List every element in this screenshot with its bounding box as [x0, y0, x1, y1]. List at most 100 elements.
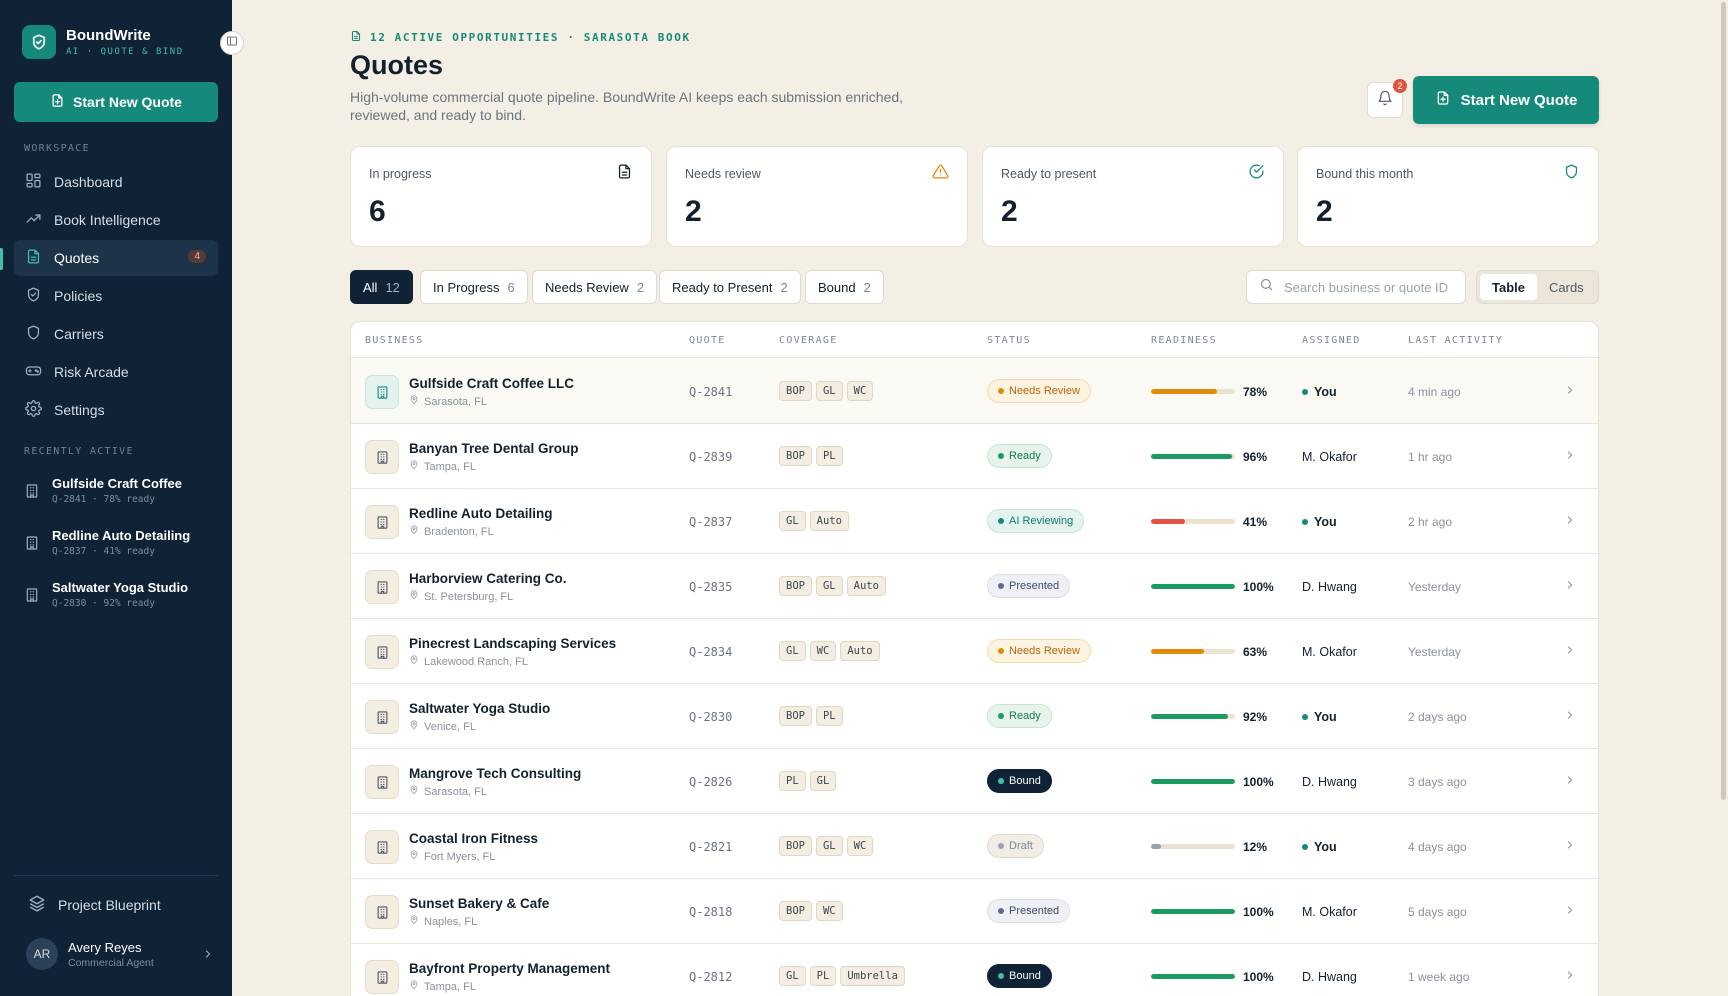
chevron-right-icon[interactable] — [1564, 383, 1576, 401]
readiness-percent: 100% — [1243, 970, 1274, 984]
coverage-tags: GL WC Auto — [779, 641, 880, 661]
business-location: Tampa, FL — [409, 460, 476, 473]
table-view-button[interactable]: Table — [1480, 274, 1537, 300]
business-name[interactable]: Banyan Tree Dental Group — [409, 441, 579, 456]
stat-label: In progress — [369, 167, 432, 181]
start-new-quote-label: Start New Quote — [1460, 91, 1578, 109]
stat-card-in-progress[interactable]: In progress 6 — [350, 146, 652, 247]
table-row[interactable]: Banyan Tree Dental Group Tampa, FL Q-2839 B… — [351, 424, 1598, 489]
filter-bound[interactable]: Bound 2 — [805, 270, 884, 304]
collapse-sidebar-button[interactable] — [220, 31, 244, 55]
column-header-coverage[interactable]: COVERAGE — [779, 335, 838, 346]
sidebar-item-label: Carriers — [54, 326, 104, 342]
brand-tagline: AI · QUOTE & BIND — [66, 47, 184, 57]
business-name[interactable]: Redline Auto Detailing — [409, 506, 553, 521]
column-header-last-activity[interactable]: LAST ACTIVITY — [1408, 335, 1503, 346]
scrollbar-thumb[interactable] — [1721, 2, 1726, 800]
business-name[interactable]: Coastal Iron Fitness — [409, 831, 538, 846]
chevron-right-icon[interactable] — [1564, 773, 1576, 791]
shield-icon — [25, 286, 42, 306]
table-row[interactable]: Bayfront Property Management Tampa, FL Q-2… — [351, 944, 1598, 996]
chevron-right-icon[interactable] — [1564, 578, 1576, 596]
table-row[interactable]: Saltwater Yoga Studio Venice, FL Q-2830 BOP… — [351, 684, 1598, 749]
assigned-name: M. Okafor — [1302, 905, 1357, 919]
status-dot — [998, 453, 1004, 459]
column-header-readiness[interactable]: READINESS — [1151, 335, 1217, 346]
eyebrow-text: 12 ACTIVE OPPORTUNITIES · SARASOTA BOOK — [370, 31, 691, 44]
recent-item[interactable]: Redline Auto Detailing Q-2837 · 41% ready — [24, 528, 224, 557]
column-header-quote[interactable]: QUOTE — [689, 335, 726, 346]
filter-in-progress[interactable]: In Progress 6 — [420, 270, 528, 304]
sidebar-item-quotes[interactable]: Quotes 4 — [14, 240, 218, 276]
chevron-right-icon[interactable] — [1564, 513, 1576, 531]
filter-ready-to-present[interactable]: Ready to Present 2 — [659, 270, 801, 304]
sidebar-new-quote-label: Start New Quote — [73, 94, 182, 110]
quotes-count-badge: 4 — [188, 250, 206, 263]
sidebar-item-dashboard[interactable]: Dashboard — [14, 164, 218, 200]
table-row[interactable]: Redline Auto Detailing Bradenton, FL Q-283… — [351, 489, 1598, 554]
sidebar-item-risk-arcade[interactable]: Risk Arcade — [14, 354, 218, 390]
page-scrollbar[interactable] — [1719, 0, 1728, 996]
business-name[interactable]: Harborview Catering Co. — [409, 571, 567, 586]
chevron-right-icon[interactable] — [1564, 838, 1576, 856]
cards-view-button[interactable]: Cards — [1537, 274, 1596, 300]
chevron-right-icon[interactable] — [1564, 903, 1576, 921]
chevron-right-icon[interactable] — [1564, 643, 1576, 661]
readiness-percent: 63% — [1243, 645, 1268, 659]
sidebar-item-book-intelligence[interactable]: Book Intelligence — [14, 202, 218, 238]
shield-check-icon — [22, 25, 56, 59]
table-row[interactable]: Sunset Bakery & Cafe Naples, FL Q-2818 BOP W… — [351, 879, 1598, 944]
business-location: Bradenton, FL — [409, 525, 494, 538]
user-menu[interactable]: AR Avery Reyes Commercial Agent — [26, 937, 218, 971]
table-row[interactable]: Coastal Iron Fitness Fort Myers, FL Q-2821… — [351, 814, 1598, 879]
stat-card-bound-this-month[interactable]: Bound this month 2 — [1297, 146, 1599, 247]
chevron-right-icon[interactable] — [1564, 968, 1576, 986]
chevron-right-icon[interactable] — [1564, 448, 1576, 466]
recent-item[interactable]: Gulfside Craft Coffee Q-2841 · 78% ready — [24, 476, 224, 505]
location-text: Fort Myers, FL — [424, 850, 496, 863]
business-name[interactable]: Mangrove Tech Consulting — [409, 766, 581, 781]
chevron-right-icon — [202, 947, 214, 965]
brand[interactable]: BoundWrite AI · QUOTE & BIND — [22, 25, 184, 59]
coverage-tags: BOP GL WC — [779, 836, 874, 856]
last-activity: 1 hr ago — [1408, 450, 1453, 464]
coverage-tag: PL — [815, 706, 843, 726]
recent-item[interactable]: Saltwater Yoga Studio Q-2830 · 92% ready — [24, 580, 224, 609]
business-name[interactable]: Sunset Bakery & Cafe — [409, 896, 549, 911]
column-header-assigned[interactable]: ASSIGNED — [1302, 335, 1361, 346]
readiness-percent: 100% — [1243, 775, 1274, 789]
table-row[interactable]: Mangrove Tech Consulting Sarasota, FL Q-28… — [351, 749, 1598, 814]
business-name[interactable]: Saltwater Yoga Studio — [409, 701, 550, 716]
business-name[interactable]: Pinecrest Landscaping Services — [409, 636, 616, 651]
notifications-button[interactable]: 2 — [1367, 79, 1407, 118]
coverage-tag: WC — [846, 836, 874, 856]
sidebar-item-carriers[interactable]: Carriers — [14, 316, 218, 352]
gamepad-icon — [25, 362, 42, 382]
status-dot — [998, 843, 1004, 849]
filter-all[interactable]: All 12 — [350, 270, 413, 304]
stat-card-ready-to-present[interactable]: Ready to present 2 — [982, 146, 1284, 247]
workspace-heading: WORKSPACE — [24, 143, 90, 154]
sidebar-new-quote-button[interactable]: Start New Quote — [14, 82, 218, 122]
sidebar-item-settings[interactable]: Settings — [14, 392, 218, 428]
column-header-business[interactable]: BUSINESS — [365, 335, 424, 346]
table-row[interactable]: Pinecrest Landscaping Services Lakewood R… — [351, 619, 1598, 684]
search-box[interactable] — [1246, 270, 1466, 304]
business-name[interactable]: Bayfront Property Management — [409, 961, 610, 976]
view-toggle: Table Cards — [1476, 270, 1599, 304]
sidebar-item-policies[interactable]: Policies — [14, 278, 218, 314]
filter-needs-review[interactable]: Needs Review 2 — [532, 270, 658, 304]
chevron-right-icon[interactable] — [1564, 708, 1576, 726]
table-row[interactable]: Harborview Catering Co. St. Petersburg, F… — [351, 554, 1598, 619]
table-row[interactable]: Gulfside Craft Coffee LLC Sarasota, FL Q-2… — [351, 359, 1598, 424]
coverage-tags: BOP WC — [779, 901, 843, 921]
column-header-status[interactable]: STATUS — [987, 335, 1031, 346]
stat-card-needs-review[interactable]: Needs review 2 — [666, 146, 968, 247]
start-new-quote-button[interactable]: Start New Quote — [1413, 76, 1599, 124]
project-blueprint-link[interactable]: Project Blueprint — [28, 894, 161, 915]
status-dot — [998, 973, 1004, 979]
business-name[interactable]: Gulfside Craft Coffee LLC — [409, 376, 574, 391]
location-text: Tampa, FL — [424, 980, 476, 993]
status-badge: Needs Review — [987, 379, 1091, 403]
search-input[interactable] — [1284, 279, 1454, 295]
